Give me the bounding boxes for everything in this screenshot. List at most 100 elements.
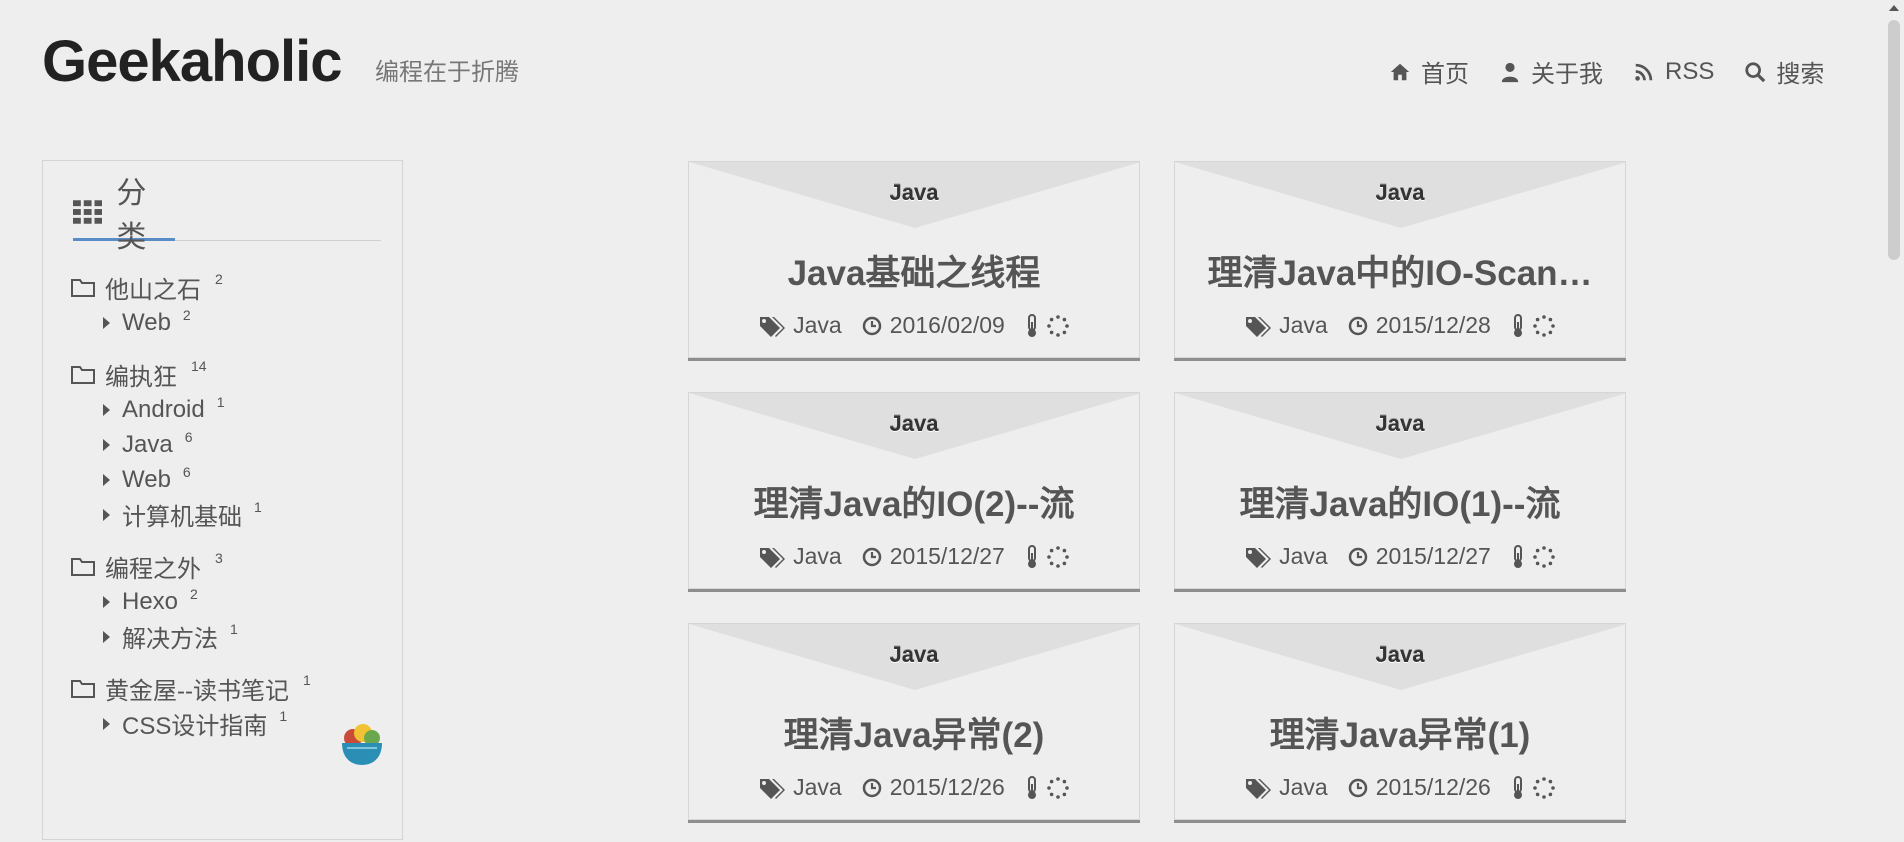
page-scrollbar[interactable]: [1884, 0, 1904, 842]
category-label: 编程之外: [105, 555, 201, 583]
post-tag-label: Java: [1279, 774, 1328, 800]
subcategory-count: 1: [254, 498, 262, 515]
post-meta: Java 2015/12/26: [689, 774, 1139, 801]
clock-icon: [862, 778, 881, 797]
caret-right-icon: [103, 438, 110, 451]
subcategory-label: 计算机基础: [122, 504, 242, 531]
post-tag[interactable]: Java: [759, 543, 842, 570]
nav-rss-label: RSS: [1665, 57, 1715, 85]
post-card[interactable]: Java Java基础之线程 Java 2016/02/09: [688, 161, 1140, 358]
clock-icon: [862, 547, 881, 566]
post-tag-label: Java: [793, 774, 842, 800]
home-icon: [1390, 63, 1410, 80]
subcategory-item[interactable]: Web 6: [71, 462, 391, 497]
post-title[interactable]: 理清Java异常(1): [1175, 707, 1625, 758]
tags-icon: [1246, 316, 1272, 337]
post-card[interactable]: Java 理清Java的IO(1)--流 Java 2015/12/27: [1174, 392, 1626, 589]
subcategory-count: 2: [190, 585, 198, 602]
subcategory-label: CSS设计指南: [122, 713, 268, 740]
post-title[interactable]: 理清Java中的IO-Scan…: [1175, 245, 1625, 296]
caret-right-icon: [103, 717, 110, 730]
post-meta: Java 2015/12/26: [1175, 774, 1625, 801]
folder-icon: [71, 680, 95, 698]
subcategory-item[interactable]: Web 2: [71, 305, 391, 340]
subcategory-label: 解决方法: [122, 626, 218, 653]
clock-icon: [1348, 778, 1367, 797]
loading-spinner-icon: [1047, 314, 1069, 337]
loading-spinner-icon: [1533, 545, 1555, 568]
category-group: 他山之石 2 Web 2: [71, 269, 391, 340]
post-date: 2015/12/26: [862, 774, 1005, 801]
category-label: 他山之石: [105, 276, 201, 304]
subcategory-label: Java: [122, 430, 173, 458]
post-tag[interactable]: Java: [759, 774, 842, 801]
post-title[interactable]: 理清Java的IO(1)--流: [1175, 476, 1625, 527]
post-tag[interactable]: Java: [1245, 774, 1328, 801]
nav-home-label: 首页: [1421, 61, 1469, 88]
site-title[interactable]: Geekaholic: [42, 28, 342, 96]
loading-spinner-icon: [1533, 314, 1555, 337]
loading-spinner-icon: [1533, 776, 1555, 799]
post-date-label: 2015/12/27: [889, 543, 1005, 569]
post-title[interactable]: 理清Java异常(2): [689, 707, 1139, 758]
post-card[interactable]: Java 理清Java中的IO-Scan… Java 2015/12/28: [1174, 161, 1626, 358]
post-views: [1511, 313, 1555, 338]
category-item[interactable]: 他山之石 2: [71, 269, 391, 305]
post-category[interactable]: Java: [1175, 411, 1625, 437]
post-card[interactable]: Java 理清Java异常(1) Java 2015/12/26: [1174, 623, 1626, 820]
category-item[interactable]: 黄金屋--读书笔记 1: [71, 670, 391, 706]
tags-icon: [1246, 778, 1272, 799]
post-card[interactable]: Java 理清Java异常(2) Java 2015/12/26: [688, 623, 1140, 820]
post-category[interactable]: Java: [689, 180, 1139, 206]
post-category[interactable]: Java: [689, 642, 1139, 668]
loading-spinner-icon: [1047, 545, 1069, 568]
subcategory-item[interactable]: Java 6: [71, 427, 391, 462]
post-category[interactable]: Java: [689, 411, 1139, 437]
post-tag[interactable]: Java: [1245, 312, 1328, 339]
rss-icon: [1635, 63, 1653, 81]
post-tag[interactable]: Java: [759, 312, 842, 339]
subcategory-item[interactable]: Hexo 2: [71, 584, 391, 619]
post-category[interactable]: Java: [1175, 180, 1625, 206]
caret-right-icon: [103, 508, 110, 521]
post-tag[interactable]: Java: [1245, 543, 1328, 570]
thermometer-icon: [1027, 313, 1036, 337]
nav-about-label: 关于我: [1531, 61, 1603, 88]
nav-about[interactable]: 关于我: [1499, 54, 1603, 89]
category-item[interactable]: 编程之外 3: [71, 548, 391, 584]
subcategory-count: 6: [182, 463, 191, 480]
post-date: 2015/12/26: [1348, 774, 1491, 801]
clock-icon: [1348, 316, 1367, 335]
subcategory-count: 1: [279, 707, 288, 724]
post-card[interactable]: Java 理清Java的IO(2)--流 Java 2015/12/27: [688, 392, 1140, 589]
category-item[interactable]: 编执狂 14: [71, 356, 391, 392]
post-category[interactable]: Java: [1175, 642, 1625, 668]
subcategory-label: Web: [122, 465, 171, 493]
nav-search[interactable]: 搜索: [1744, 54, 1824, 89]
scrollbar-thumb[interactable]: [1888, 20, 1900, 260]
thermometer-icon: [1513, 775, 1522, 799]
post-tag-label: Java: [793, 312, 842, 338]
folder-icon: [71, 279, 95, 297]
tags-icon: [1246, 547, 1272, 568]
subcategory-item[interactable]: Android 1: [71, 392, 391, 427]
post-date: 2015/12/27: [1348, 543, 1491, 570]
post-meta: Java 2016/02/09: [689, 312, 1139, 339]
post-views: [1511, 775, 1555, 800]
category-count: 1: [302, 672, 311, 688]
category-group: 编程之外 3 Hexo 2 解决方法 1: [71, 548, 391, 654]
nav-home[interactable]: 首页: [1389, 54, 1469, 89]
subcategory-item[interactable]: 解决方法 1: [71, 619, 391, 654]
category-group: 编执狂 14 Android 1 Java 6 Web 6 计算机基础 1: [71, 356, 391, 532]
post-title[interactable]: 理清Java的IO(2)--流: [689, 476, 1139, 527]
category-count: 3: [215, 550, 223, 566]
food-bowl-icon[interactable]: [339, 721, 385, 767]
subcategory-item[interactable]: 计算机基础 1: [71, 497, 391, 532]
category-list: 他山之石 2 Web 2 编执狂 14 Android 1 Java 6 Web…: [71, 269, 391, 757]
post-tag-label: Java: [1279, 543, 1328, 569]
post-title[interactable]: Java基础之线程: [689, 245, 1139, 296]
scroll-up-arrow-icon[interactable]: [1888, 2, 1900, 14]
nav-rss[interactable]: RSS: [1633, 58, 1714, 86]
post-views: [1025, 544, 1069, 569]
post-date: 2015/12/28: [1348, 312, 1491, 339]
